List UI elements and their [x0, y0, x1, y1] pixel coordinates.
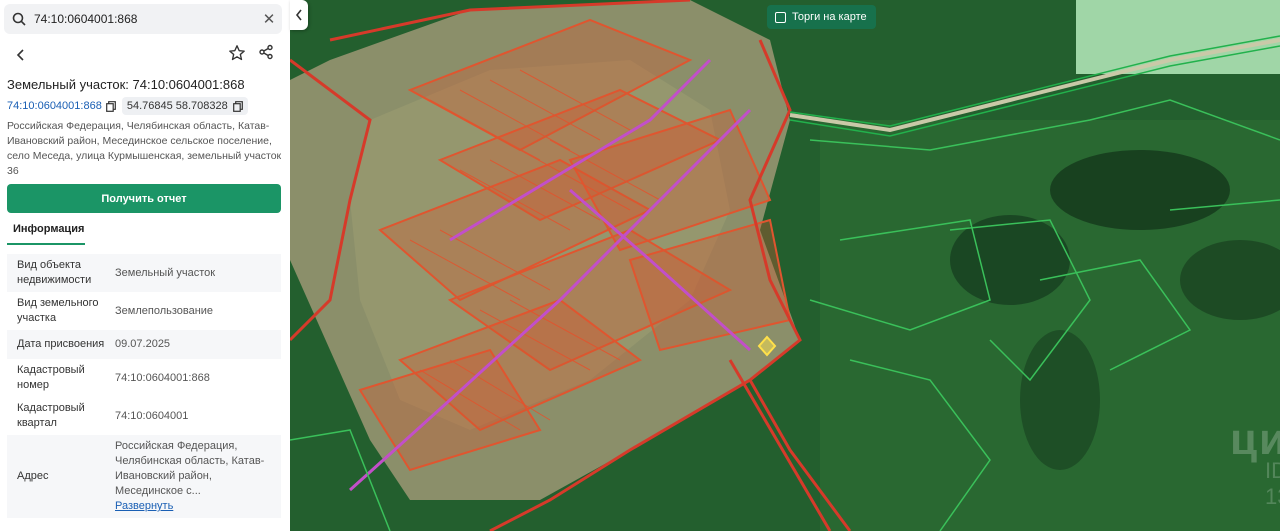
info-key: Адрес	[17, 470, 49, 482]
info-key: Дата присвоения	[17, 338, 105, 350]
info-value: 74:10:0604001	[115, 409, 189, 422]
search-icon	[4, 12, 34, 26]
cadastral-link[interactable]: 74:10:0604001:868	[7, 100, 116, 112]
share-button[interactable]	[258, 44, 278, 64]
page-title: Земельный участок: 74:10:0604001:868	[7, 77, 245, 92]
info-key: Вид земельного участка	[17, 297, 99, 324]
tab-information[interactable]: Информация	[7, 221, 85, 245]
info-key: Кадастровый квартал	[17, 402, 85, 429]
info-value: 74:10:0604001:868	[115, 371, 210, 384]
search-input[interactable]	[34, 5, 256, 33]
collapse-panel-button[interactable]	[290, 0, 308, 30]
coordinates-chip[interactable]: 54.76845 58.708328	[121, 97, 248, 115]
copy-icon[interactable]	[105, 100, 116, 112]
auctions-on-map-toggle[interactable]: Торги на карте	[767, 5, 876, 29]
info-row: Кадастровый квартал 74:10:0604001	[7, 397, 281, 435]
star-icon	[229, 45, 245, 61]
info-value: Российская Федерация, Челябинская област…	[105, 439, 281, 514]
satellite-map	[290, 0, 1280, 531]
toolbar	[0, 40, 290, 68]
info-key: Вид объекта недвижимости	[17, 259, 92, 286]
chevron-left-icon	[295, 9, 302, 21]
info-value: Земельный участок	[115, 266, 216, 279]
info-key: Кадастровый номер	[17, 364, 85, 391]
address-value: Российская Федерация, Челябинская област…	[115, 440, 265, 497]
full-address: Российская Федерация, Челябинская област…	[7, 120, 282, 177]
info-row: Кадастровый номер 74:10:0604001:868	[7, 359, 281, 397]
info-table: Вид объекта недвижимости Земельный участ…	[7, 254, 281, 518]
favorite-button[interactable]	[228, 44, 248, 64]
info-value: Землепользование	[115, 304, 214, 317]
back-button[interactable]	[10, 44, 32, 66]
chevron-left-icon	[16, 49, 24, 61]
identifier-chips: 74:10:0604001:868 54.76845 58.708328	[7, 97, 248, 115]
clear-icon[interactable]: ✕	[256, 10, 282, 28]
coordinates-label: 54.76845 58.708328	[126, 100, 228, 112]
get-report-button[interactable]: Получить отчет	[7, 184, 281, 213]
auctions-label: Торги на карте	[792, 11, 867, 23]
info-row: Вид земельного участка Землепользование	[7, 292, 281, 330]
expand-link[interactable]: Развернуть	[115, 500, 173, 512]
watermark-id: ID 13252249	[1265, 458, 1280, 509]
checkbox-icon[interactable]	[775, 11, 786, 23]
info-row: Дата присвоения 09.07.2025	[7, 330, 281, 359]
search-bar: ✕	[4, 4, 282, 34]
cadastral-link-label[interactable]: 74:10:0604001:868	[7, 100, 102, 112]
copy-icon[interactable]	[232, 100, 243, 112]
info-row-address: Адрес Российская Федерация, Челябинская …	[7, 435, 281, 518]
info-panel: ✕ Земельный участок: 74:10:0604001:868 7…	[0, 0, 290, 531]
info-value: 09.07.2025	[115, 338, 171, 350]
share-icon	[259, 44, 273, 60]
info-row: Вид объекта недвижимости Земельный участ…	[7, 254, 281, 292]
map-view[interactable]: циан ID 13252249	[290, 0, 1280, 531]
